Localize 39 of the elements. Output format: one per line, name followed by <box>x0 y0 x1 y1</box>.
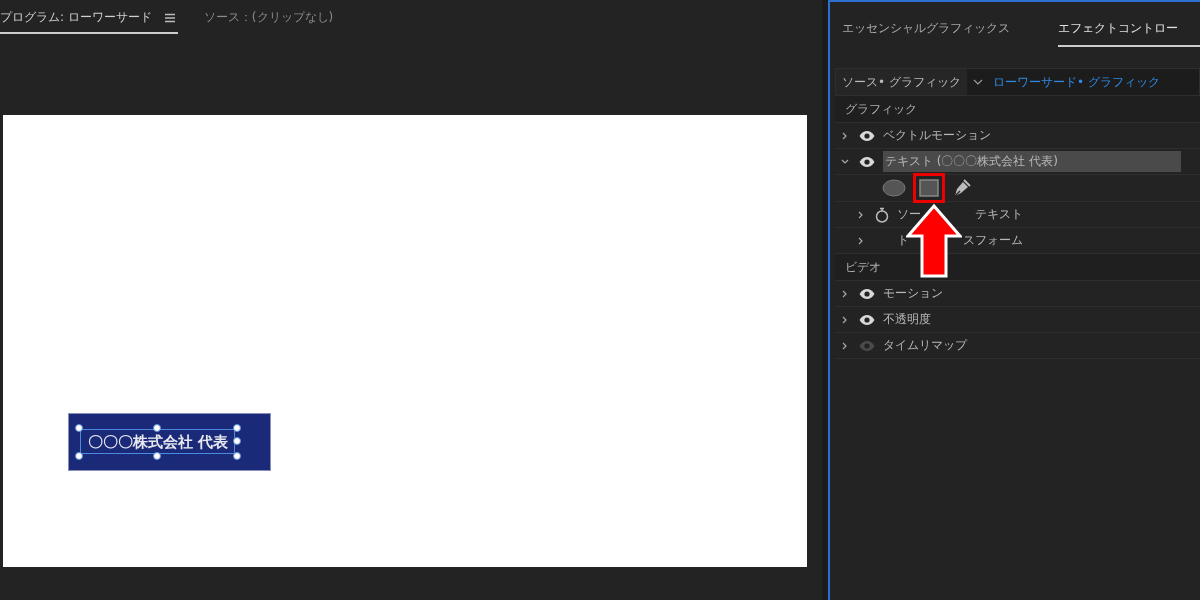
stopwatch-icon[interactable] <box>875 206 889 223</box>
effect-label[interactable]: ベクトルモーション <box>883 127 991 144</box>
menu-icon[interactable] <box>163 12 176 23</box>
section-header: グラフィック <box>835 96 1200 123</box>
rectangle-tool-icon[interactable] <box>916 176 942 200</box>
resize-handle[interactable] <box>75 452 83 460</box>
lower-third-text[interactable]: 〇〇〇株式会社 代表 <box>88 434 229 450</box>
chevron-right-icon[interactable] <box>857 236 865 245</box>
selection-box[interactable]: 〇〇〇株式会社 代表 <box>75 424 242 460</box>
ellipse-tool-icon[interactable] <box>879 176 909 200</box>
section-header: ビデオ <box>835 254 1200 281</box>
lower-third-graphic[interactable]: 〇〇〇株式会社 代表 <box>68 413 271 471</box>
resize-handle[interactable] <box>153 424 162 432</box>
panel-tab[interactable]: エッセンシャルグラフィックス <box>842 5 1010 47</box>
eye-icon[interactable] <box>859 314 875 325</box>
eye-icon[interactable] <box>859 130 875 141</box>
monitor-tab[interactable]: ソース：(クリップなし) <box>203 9 336 34</box>
chevron-right-icon[interactable] <box>841 315 849 324</box>
resize-handle[interactable] <box>153 452 162 460</box>
eye-icon[interactable] <box>859 156 875 167</box>
chevron-right-icon[interactable] <box>857 210 865 219</box>
chevron-right-icon[interactable] <box>841 341 849 350</box>
property-label: スフォーム <box>963 232 1023 249</box>
property-label: ソー <box>897 206 921 223</box>
property-label: テキスト <box>975 206 1023 223</box>
chevron-right-icon[interactable] <box>841 289 849 298</box>
source-label: ソース• グラフィック <box>841 73 962 91</box>
resize-handle[interactable] <box>75 424 83 432</box>
chevron-down-icon[interactable] <box>972 78 983 86</box>
effect-label[interactable]: テキスト (〇〇〇株式会社 代表) <box>883 151 1181 172</box>
chevron-right-icon[interactable] <box>841 131 849 140</box>
monitor-tab[interactable]: プログラム: ローワーサード <box>0 9 178 34</box>
effect-label[interactable]: 不透明度 <box>883 311 931 328</box>
panel-tab[interactable]: エフェクトコントロー <box>1058 5 1200 47</box>
effect-label[interactable]: タイムリマップ <box>883 337 967 354</box>
property-label: ト <box>897 232 909 249</box>
eye-icon[interactable] <box>859 288 875 299</box>
chevron-down-icon[interactable] <box>841 157 849 166</box>
effect-label[interactable]: モーション <box>883 285 943 302</box>
